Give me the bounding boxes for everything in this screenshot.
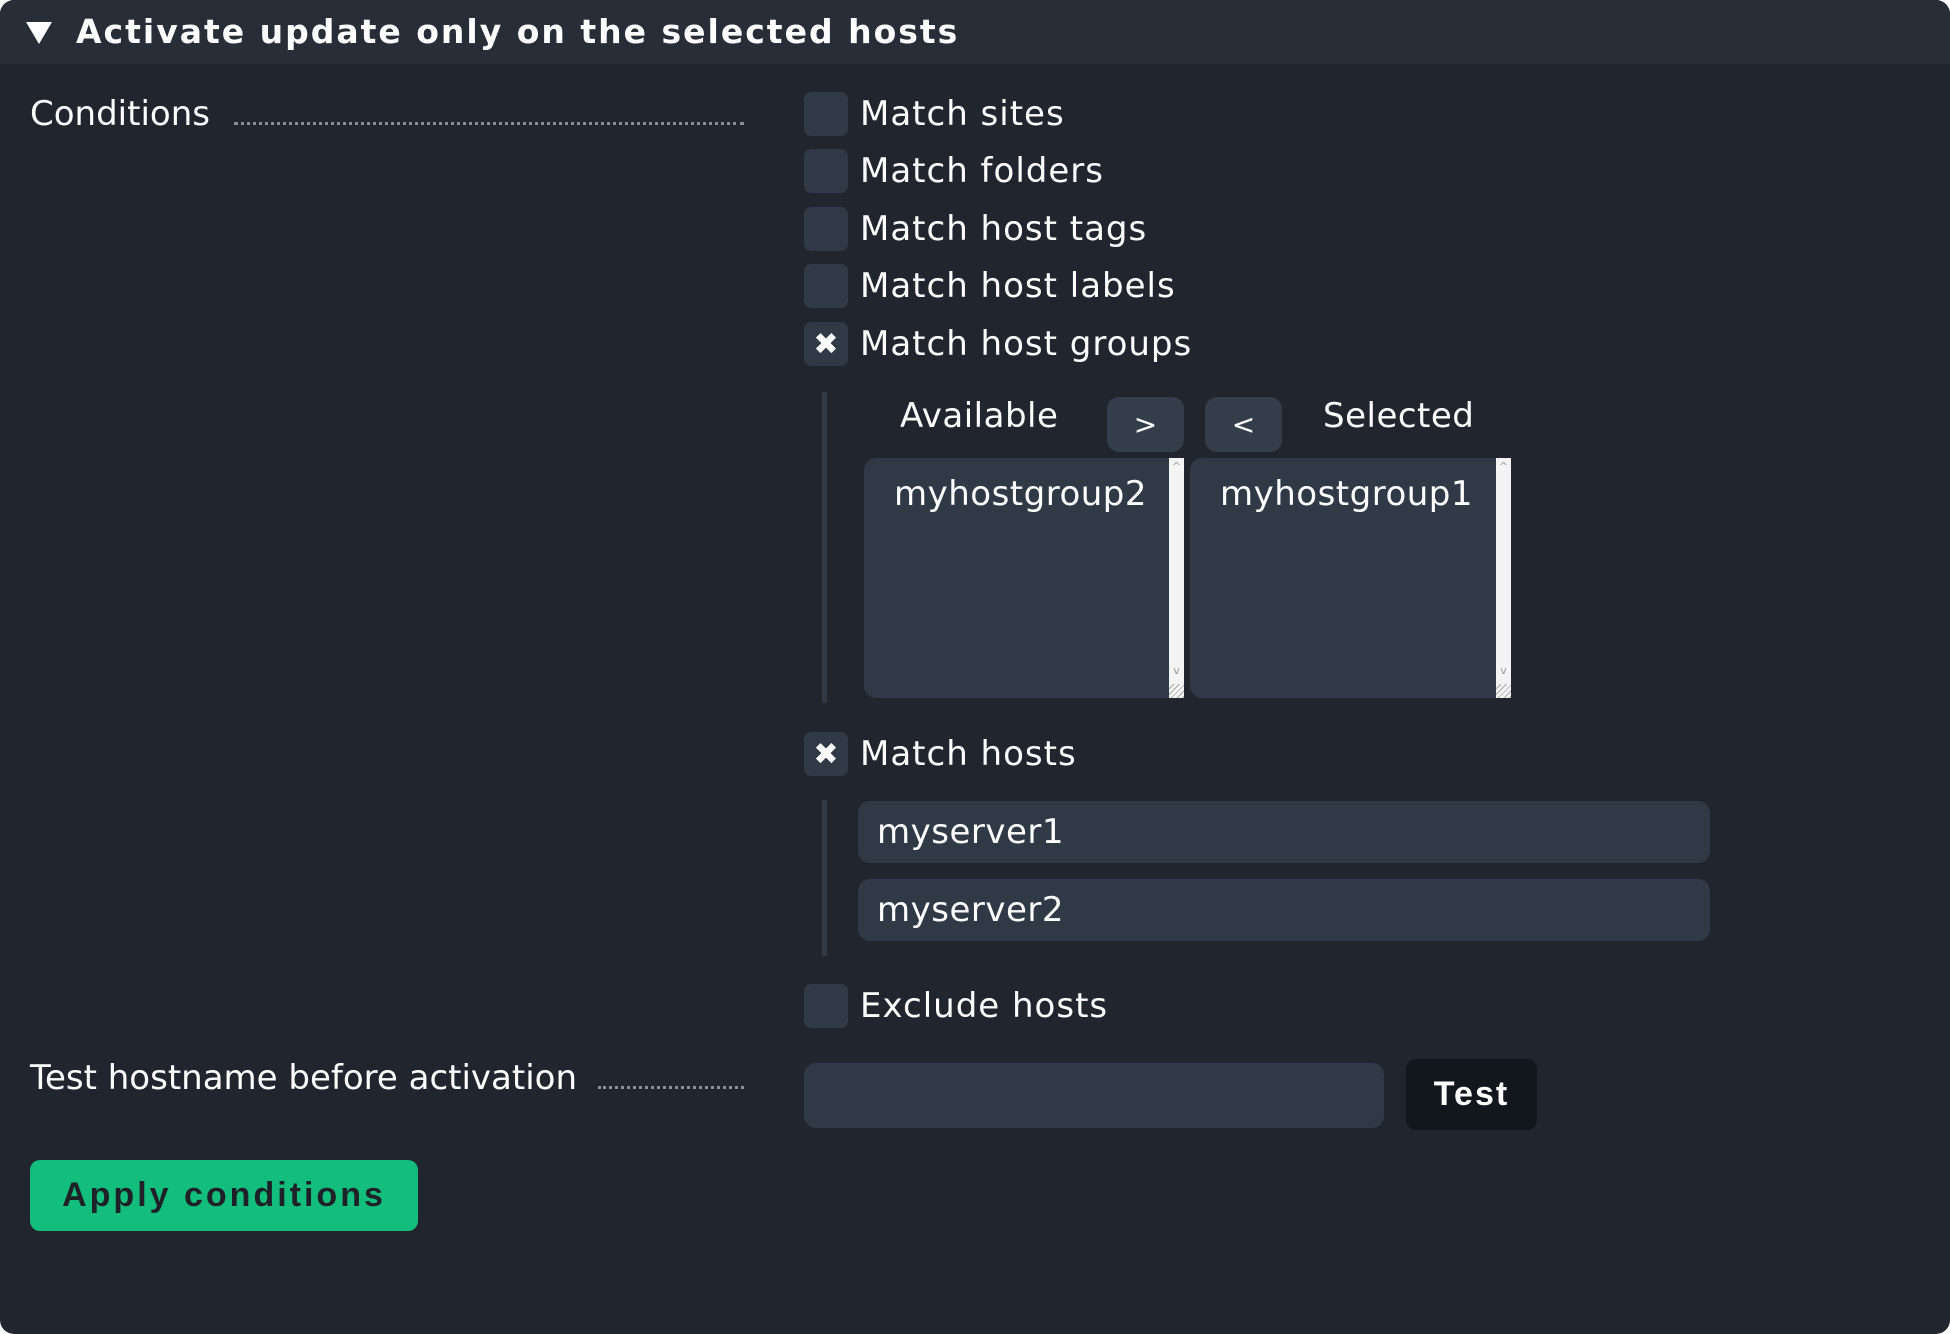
scroll-up-icon[interactable]: ^ bbox=[1496, 460, 1511, 474]
match-host-tags-label[interactable]: Match host tags bbox=[860, 207, 1147, 251]
dotted-leader bbox=[598, 1086, 744, 1089]
selected-host-groups-list[interactable]: myhostgroup1 bbox=[1190, 458, 1496, 698]
exclude-hosts-label[interactable]: Exclude hosts bbox=[860, 984, 1108, 1028]
match-host-groups-checkbox[interactable]: ✖ bbox=[804, 322, 848, 366]
list-item[interactable]: myhostgroup1 bbox=[1220, 472, 1473, 516]
host-input-2[interactable]: myserver2 bbox=[858, 879, 1710, 941]
available-host-groups-list[interactable]: myhostgroup2 bbox=[864, 458, 1169, 698]
scroll-down-icon[interactable]: v bbox=[1496, 664, 1511, 678]
scroll-up-icon[interactable]: ^ bbox=[1169, 460, 1184, 474]
host-input-1[interactable]: myserver1 bbox=[858, 801, 1710, 863]
match-hosts-checkbox[interactable]: ✖ bbox=[804, 732, 848, 776]
conditions-panel: Activate update only on the selected hos… bbox=[0, 0, 1950, 1334]
test-hostname-input[interactable] bbox=[804, 1063, 1384, 1128]
match-host-labels-label[interactable]: Match host labels bbox=[860, 264, 1176, 308]
available-list-scrollbar[interactable]: ^ v bbox=[1169, 458, 1184, 698]
add-to-selected-button[interactable]: > bbox=[1107, 397, 1184, 452]
test-button[interactable]: Test bbox=[1406, 1059, 1537, 1130]
test-hostname-label: Test hostname before activation bbox=[30, 1058, 578, 1098]
host-input-value: myserver1 bbox=[877, 812, 1065, 852]
match-folders-checkbox[interactable] bbox=[804, 149, 848, 193]
selected-list-scrollbar[interactable]: ^ v bbox=[1496, 458, 1511, 698]
match-host-groups-label[interactable]: Match host groups bbox=[860, 322, 1192, 366]
match-sites-checkbox[interactable] bbox=[804, 92, 848, 136]
available-label: Available bbox=[900, 396, 1059, 436]
match-host-tags-checkbox[interactable] bbox=[804, 207, 848, 251]
conditions-label: Conditions bbox=[30, 94, 210, 134]
list-item[interactable]: myhostgroup2 bbox=[894, 472, 1147, 516]
host-input-value: myserver2 bbox=[877, 890, 1065, 930]
section-header[interactable]: Activate update only on the selected hos… bbox=[0, 0, 1950, 64]
match-folders-label[interactable]: Match folders bbox=[860, 149, 1104, 193]
remove-from-selected-button[interactable]: < bbox=[1205, 397, 1282, 452]
dotted-leader bbox=[234, 122, 744, 125]
scroll-down-icon[interactable]: v bbox=[1169, 664, 1184, 678]
triangle-down-icon[interactable] bbox=[26, 22, 52, 44]
resize-grip-icon[interactable] bbox=[1169, 684, 1184, 698]
match-sites-label[interactable]: Match sites bbox=[860, 92, 1065, 136]
apply-conditions-button[interactable]: Apply conditions bbox=[30, 1160, 418, 1231]
match-hosts-label[interactable]: Match hosts bbox=[860, 732, 1077, 776]
match-host-labels-checkbox[interactable] bbox=[804, 264, 848, 308]
section-title: Activate update only on the selected hos… bbox=[76, 12, 960, 51]
selected-label: Selected bbox=[1323, 396, 1475, 436]
resize-grip-icon[interactable] bbox=[1496, 684, 1511, 698]
check-x-icon: ✖ bbox=[813, 326, 839, 362]
exclude-hosts-checkbox[interactable] bbox=[804, 984, 848, 1028]
check-x-icon: ✖ bbox=[813, 736, 839, 772]
host-groups-indent-bar bbox=[822, 392, 827, 703]
hosts-indent-bar bbox=[822, 800, 827, 956]
